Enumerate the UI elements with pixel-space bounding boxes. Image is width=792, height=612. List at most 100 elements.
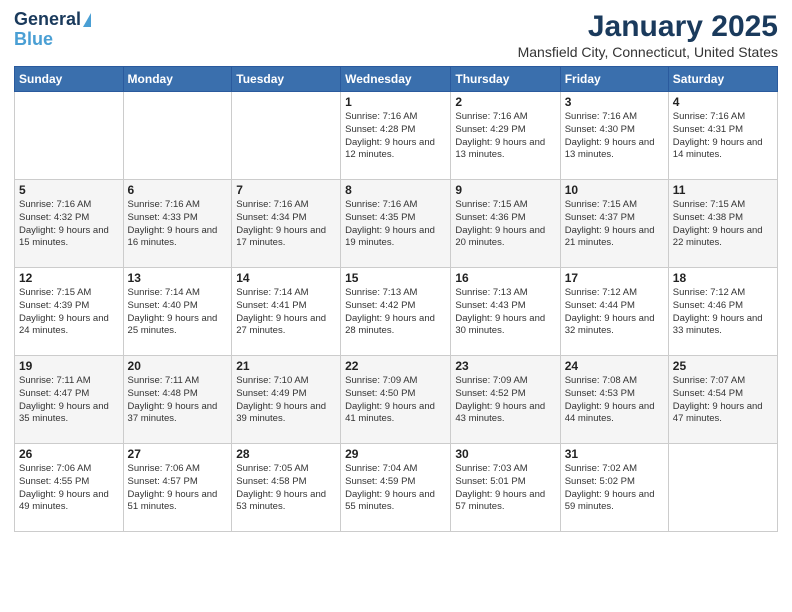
day-number: 23 [455, 359, 555, 373]
day-info: Sunrise: 7:05 AM Sunset: 4:58 PM Dayligh… [236, 463, 336, 514]
calendar-cell: 16 Sunrise: 7:13 AM Sunset: 4:43 PM Dayli… [451, 268, 560, 356]
day-number: 15 [345, 271, 446, 285]
calendar-cell: 28 Sunrise: 7:05 AM Sunset: 4:58 PM Dayli… [232, 444, 341, 532]
logo-text-general: General [14, 10, 81, 30]
day-info: Sunrise: 7:15 AM Sunset: 4:36 PM Dayligh… [455, 199, 555, 250]
day-info: Sunrise: 7:02 AM Sunset: 5:02 PM Dayligh… [565, 463, 664, 514]
calendar-cell: 15 Sunrise: 7:13 AM Sunset: 4:42 PM Dayli… [341, 268, 451, 356]
calendar-cell: 23 Sunrise: 7:09 AM Sunset: 4:52 PM Dayli… [451, 356, 560, 444]
day-number: 11 [673, 183, 773, 197]
day-number: 12 [19, 271, 119, 285]
weekday-header-tuesday: Tuesday [232, 67, 341, 92]
day-number: 20 [128, 359, 228, 373]
day-info: Sunrise: 7:16 AM Sunset: 4:30 PM Dayligh… [565, 111, 664, 162]
day-number: 1 [345, 95, 446, 109]
day-info: Sunrise: 7:16 AM Sunset: 4:35 PM Dayligh… [345, 199, 446, 250]
calendar-cell: 22 Sunrise: 7:09 AM Sunset: 4:50 PM Dayli… [341, 356, 451, 444]
day-info: Sunrise: 7:11 AM Sunset: 4:48 PM Dayligh… [128, 375, 228, 426]
day-number: 21 [236, 359, 336, 373]
calendar-cell [668, 444, 777, 532]
calendar-week-3: 12 Sunrise: 7:15 AM Sunset: 4:39 PM Dayli… [15, 268, 778, 356]
calendar-cell [232, 92, 341, 180]
page-container: General Blue January 2025 Mansfield City… [0, 0, 792, 538]
calendar-cell: 4 Sunrise: 7:16 AM Sunset: 4:31 PM Daylig… [668, 92, 777, 180]
day-number: 25 [673, 359, 773, 373]
calendar-cell: 18Sunrise: 7:12 AM Sunset: 4:46 PM Dayli… [668, 268, 777, 356]
day-number: 30 [455, 447, 555, 461]
day-number: 10 [565, 183, 664, 197]
day-number: 5 [19, 183, 119, 197]
day-info: Sunrise: 7:06 AM Sunset: 4:57 PM Dayligh… [128, 463, 228, 514]
calendar-cell: 3 Sunrise: 7:16 AM Sunset: 4:30 PM Daylig… [560, 92, 668, 180]
day-number: 22 [345, 359, 446, 373]
day-number: 6 [128, 183, 228, 197]
header: General Blue January 2025 Mansfield City… [14, 10, 778, 60]
day-info: Sunrise: 7:16 AM Sunset: 4:32 PM Dayligh… [19, 199, 119, 250]
weekday-header-saturday: Saturday [668, 67, 777, 92]
month-title: January 2025 [518, 10, 778, 44]
logo: General Blue [14, 10, 91, 50]
calendar-cell: 26Sunrise: 7:06 AM Sunset: 4:55 PM Dayli… [15, 444, 124, 532]
calendar-cell: 31 Sunrise: 7:02 AM Sunset: 5:02 PM Dayli… [560, 444, 668, 532]
day-number: 3 [565, 95, 664, 109]
weekday-header-sunday: Sunday [15, 67, 124, 92]
day-number: 7 [236, 183, 336, 197]
day-number: 31 [565, 447, 664, 461]
weekday-header-monday: Monday [123, 67, 232, 92]
calendar-cell: 9Sunrise: 7:15 AM Sunset: 4:36 PM Daylig… [451, 180, 560, 268]
day-number: 29 [345, 447, 446, 461]
weekday-header-friday: Friday [560, 67, 668, 92]
calendar-cell: 19Sunrise: 7:11 AM Sunset: 4:47 PM Dayli… [15, 356, 124, 444]
day-number: 13 [128, 271, 228, 285]
logo-text-blue: Blue [14, 30, 53, 50]
calendar-cell: 13 Sunrise: 7:14 AM Sunset: 4:40 PM Dayli… [123, 268, 232, 356]
day-info: Sunrise: 7:09 AM Sunset: 4:52 PM Dayligh… [455, 375, 555, 426]
day-info: Sunrise: 7:07 AM Sunset: 4:54 PM Dayligh… [673, 375, 773, 426]
calendar-week-5: 26Sunrise: 7:06 AM Sunset: 4:55 PM Dayli… [15, 444, 778, 532]
calendar-cell: 11 Sunrise: 7:15 AM Sunset: 4:38 PM Dayli… [668, 180, 777, 268]
calendar-cell: 8 Sunrise: 7:16 AM Sunset: 4:35 PM Daylig… [341, 180, 451, 268]
calendar-cell: 6Sunrise: 7:16 AM Sunset: 4:33 PM Daylig… [123, 180, 232, 268]
day-info: Sunrise: 7:14 AM Sunset: 4:41 PM Dayligh… [236, 287, 336, 338]
calendar-cell: 24 Sunrise: 7:08 AM Sunset: 4:53 PM Dayli… [560, 356, 668, 444]
day-info: Sunrise: 7:14 AM Sunset: 4:40 PM Dayligh… [128, 287, 228, 338]
calendar-cell: 20 Sunrise: 7:11 AM Sunset: 4:48 PM Dayli… [123, 356, 232, 444]
day-info: Sunrise: 7:06 AM Sunset: 4:55 PM Dayligh… [19, 463, 119, 514]
day-info: Sunrise: 7:16 AM Sunset: 4:34 PM Dayligh… [236, 199, 336, 250]
day-number: 19 [19, 359, 119, 373]
calendar-week-1: 1 Sunrise: 7:16 AM Sunset: 4:28 PM Daylig… [15, 92, 778, 180]
calendar-cell: 29 Sunrise: 7:04 AM Sunset: 4:59 PM Dayli… [341, 444, 451, 532]
calendar-cell: 14 Sunrise: 7:14 AM Sunset: 4:41 PM Dayli… [232, 268, 341, 356]
day-number: 8 [345, 183, 446, 197]
weekday-header-wednesday: Wednesday [341, 67, 451, 92]
day-info: Sunrise: 7:04 AM Sunset: 4:59 PM Dayligh… [345, 463, 446, 514]
calendar-cell: 5 Sunrise: 7:16 AM Sunset: 4:32 PM Daylig… [15, 180, 124, 268]
calendar-cell: 27 Sunrise: 7:06 AM Sunset: 4:57 PM Dayli… [123, 444, 232, 532]
day-number: 28 [236, 447, 336, 461]
location-title: Mansfield City, Connecticut, United Stat… [518, 44, 778, 60]
day-info: Sunrise: 7:13 AM Sunset: 4:43 PM Dayligh… [455, 287, 555, 338]
day-info: Sunrise: 7:09 AM Sunset: 4:50 PM Dayligh… [345, 375, 446, 426]
calendar-cell: 1 Sunrise: 7:16 AM Sunset: 4:28 PM Daylig… [341, 92, 451, 180]
calendar-cell: 10Sunrise: 7:15 AM Sunset: 4:37 PM Dayli… [560, 180, 668, 268]
day-info: Sunrise: 7:15 AM Sunset: 4:38 PM Dayligh… [673, 199, 773, 250]
day-info: Sunrise: 7:15 AM Sunset: 4:39 PM Dayligh… [19, 287, 119, 338]
calendar-cell: 17 Sunrise: 7:12 AM Sunset: 4:44 PM Dayli… [560, 268, 668, 356]
day-number: 24 [565, 359, 664, 373]
day-number: 17 [565, 271, 664, 285]
weekday-header-thursday: Thursday [451, 67, 560, 92]
calendar-table: SundayMondayTuesdayWednesdayThursdayFrid… [14, 66, 778, 532]
day-info: Sunrise: 7:13 AM Sunset: 4:42 PM Dayligh… [345, 287, 446, 338]
day-number: 16 [455, 271, 555, 285]
day-number: 4 [673, 95, 773, 109]
title-block: January 2025 Mansfield City, Connecticut… [518, 10, 778, 60]
logo-icon [83, 13, 91, 27]
day-info: Sunrise: 7:16 AM Sunset: 4:28 PM Dayligh… [345, 111, 446, 162]
day-number: 27 [128, 447, 228, 461]
day-info: Sunrise: 7:16 AM Sunset: 4:31 PM Dayligh… [673, 111, 773, 162]
day-info: Sunrise: 7:08 AM Sunset: 4:53 PM Dayligh… [565, 375, 664, 426]
day-info: Sunrise: 7:03 AM Sunset: 5:01 PM Dayligh… [455, 463, 555, 514]
day-number: 2 [455, 95, 555, 109]
day-number: 14 [236, 271, 336, 285]
day-info: Sunrise: 7:12 AM Sunset: 4:44 PM Dayligh… [565, 287, 664, 338]
